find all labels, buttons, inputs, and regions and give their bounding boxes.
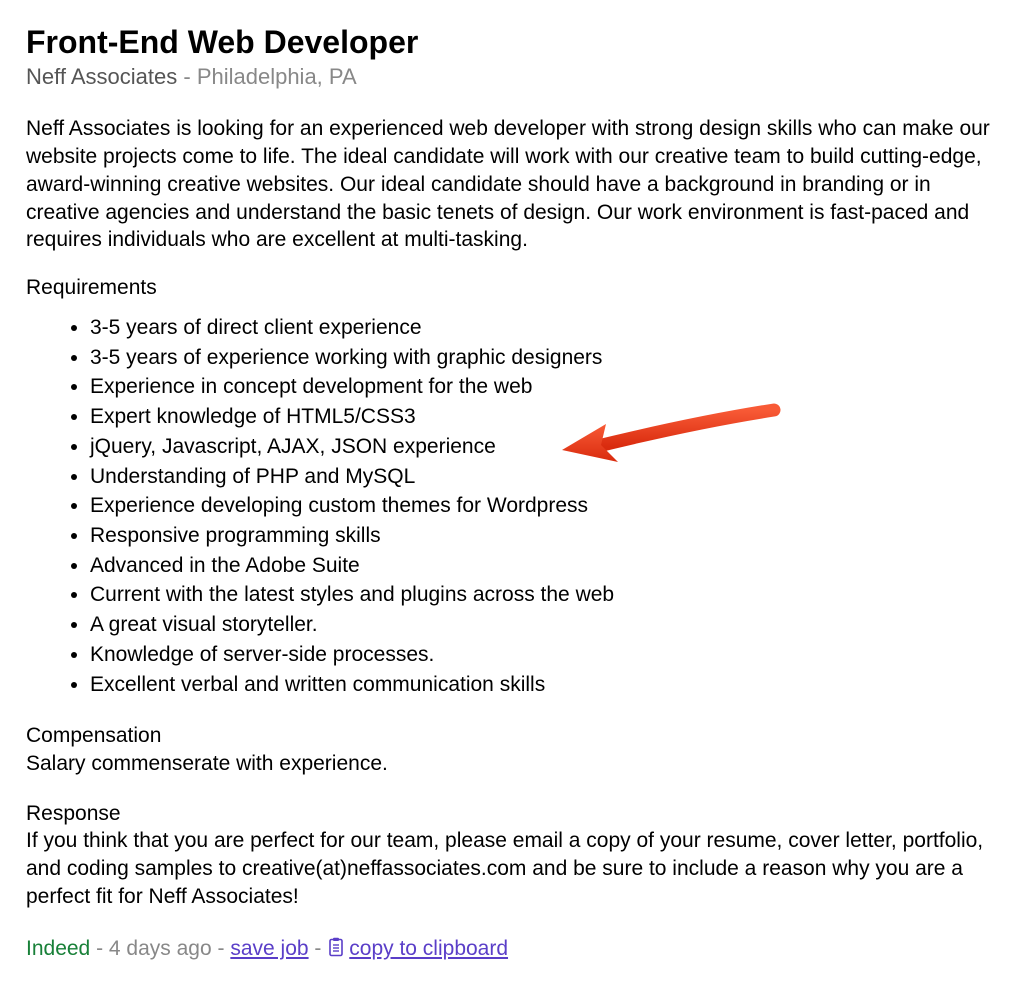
response-heading: Response xyxy=(26,800,998,828)
footer-separator: - xyxy=(218,937,225,960)
company-location: Philadelphia, PA xyxy=(197,64,357,89)
copy-to-clipboard-link[interactable]: copy to clipboard xyxy=(349,937,508,960)
list-item: Responsive programming skills xyxy=(90,522,998,550)
list-item: Expert knowledge of HTML5/CSS3 xyxy=(90,403,998,431)
company-separator: - xyxy=(183,64,190,89)
list-item: Excellent verbal and written communicati… xyxy=(90,671,998,699)
compensation-body: Salary commenserate with experience. xyxy=(26,750,998,778)
job-posting: Front-End Web Developer Neff Associates … xyxy=(0,0,1024,981)
list-item: Advanced in the Adobe Suite xyxy=(90,552,998,580)
footer-separator: - xyxy=(96,937,103,960)
company-line: Neff Associates - Philadelphia, PA xyxy=(26,63,998,92)
save-job-link[interactable]: save job xyxy=(230,937,308,960)
job-title: Front-End Web Developer xyxy=(26,24,998,61)
requirements-list: 3-5 years of direct client experience 3-… xyxy=(26,314,998,698)
company-name: Neff Associates xyxy=(26,64,177,89)
footer-line: Indeed - 4 days ago - save job - copy to… xyxy=(26,937,998,963)
posting-age: 4 days ago xyxy=(109,937,212,960)
list-item: 3-5 years of experience working with gra… xyxy=(90,344,998,372)
intro-paragraph: Neff Associates is looking for an experi… xyxy=(26,115,998,254)
compensation-block: Compensation Salary commenserate with ex… xyxy=(26,722,998,777)
requirements-heading: Requirements xyxy=(26,276,998,300)
response-block: Response If you think that you are perfe… xyxy=(26,800,998,911)
list-item: Understanding of PHP and MySQL xyxy=(90,463,998,491)
list-item: A great visual storyteller. xyxy=(90,611,998,639)
footer-brand: Indeed xyxy=(26,937,90,960)
list-item: Current with the latest styles and plugi… xyxy=(90,581,998,609)
list-item: 3-5 years of direct client experience xyxy=(90,314,998,342)
list-item: Experience developing custom themes for … xyxy=(90,492,998,520)
list-item: Knowledge of server-side processes. xyxy=(90,641,998,669)
footer-separator: - xyxy=(314,937,321,960)
response-body: If you think that you are perfect for ou… xyxy=(26,827,998,910)
compensation-heading: Compensation xyxy=(26,722,998,750)
list-item: Experience in concept development for th… xyxy=(90,373,998,401)
list-item: jQuery, Javascript, AJAX, JSON experienc… xyxy=(90,433,998,461)
clipboard-icon xyxy=(327,937,345,963)
